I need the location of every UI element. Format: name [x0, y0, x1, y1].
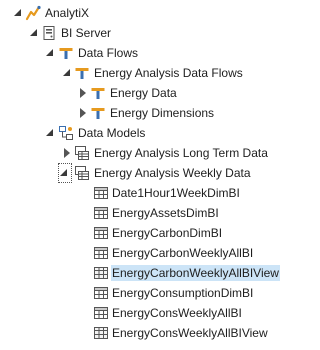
tree-node-bi-server[interactable]: BI Server: [0, 23, 271, 43]
tree-node-label: BI Server: [61, 26, 112, 40]
tree-node-data-models[interactable]: Data Models: [0, 123, 271, 143]
table-node[interactable]: EnergyConsWeeklyAllBI: [0, 303, 271, 323]
expand-icon[interactable]: [77, 83, 88, 103]
tree-node-label: Energy Data: [110, 86, 177, 100]
model-icon: [74, 165, 90, 181]
tree-node-label: Energy Dimensions: [110, 106, 215, 120]
tree-node-data-flows[interactable]: Data Flows: [0, 43, 271, 63]
table-node[interactable]: EnergyConsumptionDimBI: [0, 283, 271, 303]
table-icon: [93, 305, 109, 321]
table-label: Date1Hour1WeekDimBI: [112, 186, 240, 200]
tree-node-label: Data Flows: [78, 46, 139, 60]
view-icon: [93, 325, 109, 341]
collapse-icon[interactable]: [44, 43, 55, 63]
analytix-icon: [25, 5, 41, 21]
table-label: EnergyConsWeeklyAllBIView: [112, 326, 268, 340]
tree-node-label: Energy Analysis Data Flows: [94, 66, 243, 80]
table-node[interactable]: Date1Hour1WeekDimBI: [0, 183, 271, 203]
table-node[interactable]: EnergyCarbonWeeklyAllBI: [0, 243, 271, 263]
explorer-tree: AnalytiX BI Server Data Flows Energy Ana…: [0, 0, 280, 350]
table-label: EnergyCarbonWeeklyAllBI: [112, 246, 254, 260]
flow-icon: [90, 105, 106, 121]
tree-node-energy-data[interactable]: Energy Data: [0, 83, 271, 103]
table-icon: [93, 205, 109, 221]
tree-node-long-term-data[interactable]: Energy Analysis Long Term Data: [0, 143, 271, 163]
expand-icon[interactable]: [61, 143, 72, 163]
view-icon: [93, 265, 109, 281]
model-icon: [74, 145, 90, 161]
expand-icon[interactable]: [77, 103, 88, 123]
table-icon: [93, 185, 109, 201]
tree-node-label: AnalytiX: [45, 6, 90, 20]
table-node[interactable]: EnergyConsWeeklyAllBIView: [0, 323, 271, 343]
collapse-icon[interactable]: [61, 63, 72, 83]
table-icon: [93, 245, 109, 261]
flow-icon: [58, 45, 74, 61]
flow-icon: [74, 65, 90, 81]
tree-node-label: Data Models: [78, 126, 146, 140]
tree-node-energy-dimensions[interactable]: Energy Dimensions: [0, 103, 271, 123]
collapse-icon[interactable]: [58, 163, 72, 183]
table-label: EnergyConsumptionDimBI: [112, 286, 254, 300]
table-node-selected[interactable]: EnergyCarbonWeeklyAllBIView: [0, 263, 280, 283]
table-label: EnergyAssetsDimBI: [112, 206, 219, 220]
collapse-icon[interactable]: [44, 123, 55, 143]
data-model-icon: [58, 125, 74, 141]
table-node[interactable]: EnergyAssetsDimBI: [0, 203, 271, 223]
collapse-icon[interactable]: [28, 23, 39, 43]
table-node[interactable]: EnergyCarbonDimBI: [0, 223, 271, 243]
collapse-icon[interactable]: [12, 3, 23, 23]
table-label: EnergyCarbonDimBI: [112, 226, 223, 240]
table-label: EnergyConsWeeklyAllBI: [112, 306, 242, 320]
table-icon: [93, 285, 109, 301]
table-label: EnergyCarbonWeeklyAllBIView: [111, 265, 280, 281]
tree-node-label: Energy Analysis Long Term Data: [94, 146, 268, 160]
table-icon: [93, 225, 109, 241]
server-icon: [41, 25, 57, 41]
tree-node-label: Energy Analysis Weekly Data: [94, 166, 251, 180]
tree-node-weekly-data[interactable]: Energy Analysis Weekly Data: [0, 163, 271, 183]
tree-node-energy-analysis-data-flows[interactable]: Energy Analysis Data Flows: [0, 63, 271, 83]
tree-node-analytix[interactable]: AnalytiX: [0, 3, 271, 23]
flow-icon: [90, 85, 106, 101]
